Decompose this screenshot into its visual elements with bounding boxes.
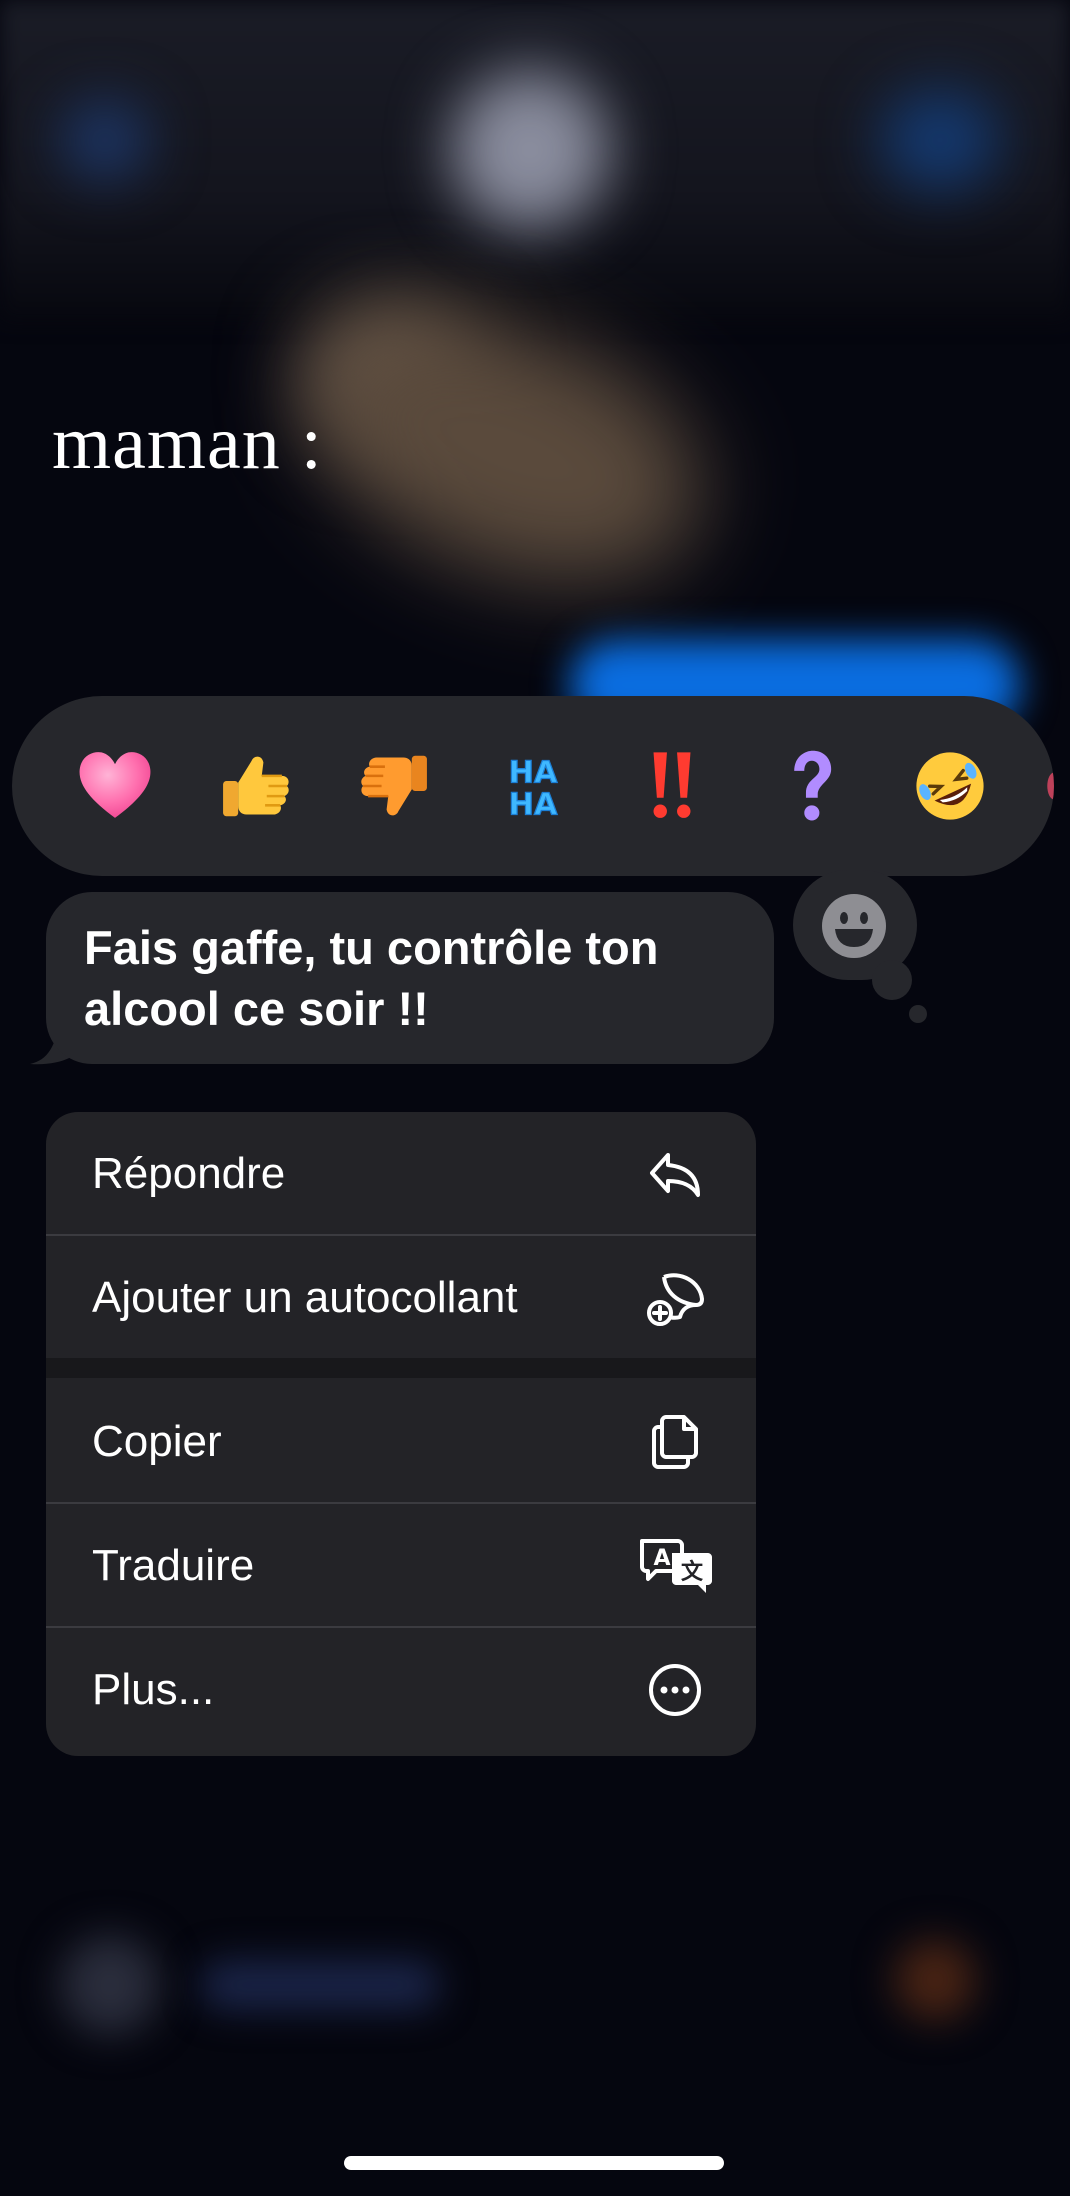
- svg-text:A: A: [653, 1546, 670, 1571]
- menu-item-label: Copier: [92, 1416, 222, 1466]
- menu-item-label: Plus...: [92, 1664, 215, 1714]
- menu-item-translate[interactable]: Traduire A 文: [46, 1504, 756, 1627]
- menu-item-label: Traduire: [92, 1540, 255, 1590]
- reaction-haha[interactable]: HA HA: [483, 736, 583, 836]
- reaction-thumbs-up[interactable]: [205, 736, 305, 836]
- reaction-question[interactable]: [761, 736, 861, 836]
- background-blur: [450, 70, 610, 230]
- smiley-icon[interactable]: [821, 893, 887, 959]
- bubble-tail-dot: [909, 1005, 927, 1023]
- context-menu: Répondre Ajouter un autocollant Copier T…: [46, 1112, 756, 1756]
- reaction-bar: HA HA: [12, 696, 1054, 876]
- menu-section-divider: [46, 1358, 756, 1378]
- translate-icon: A 文: [636, 1535, 716, 1597]
- video-caption: maman :: [52, 401, 323, 485]
- question-mark-icon: [794, 750, 832, 821]
- home-indicator[interactable]: [344, 2156, 724, 2170]
- menu-item-label: Répondre: [92, 1148, 286, 1198]
- reaction-rolling-laughing[interactable]: [900, 736, 1000, 836]
- menu-item-add-sticker[interactable]: Ajouter un autocollant: [46, 1236, 756, 1359]
- reaction-more-partial[interactable]: [1034, 736, 1054, 836]
- heart-icon: [79, 752, 151, 818]
- svg-text:HA: HA: [509, 756, 558, 791]
- background-blur: [880, 90, 1000, 190]
- reply-icon: [644, 1143, 706, 1205]
- screen: maman : HA HA Fais gaffe, tu contrôle to…: [0, 0, 1070, 2196]
- reaction-thumbs-down[interactable]: [345, 736, 445, 836]
- background-blur: [200, 1960, 440, 2010]
- haha-icon: HA HA: [508, 755, 559, 823]
- menu-item-copy[interactable]: Copier: [46, 1380, 756, 1503]
- bubble-tail: [872, 960, 912, 1000]
- menu-item-reply[interactable]: Répondre: [46, 1112, 756, 1235]
- add-sticker-icon: [644, 1267, 706, 1329]
- thumbs-up-icon: [223, 756, 289, 817]
- partial-emoji-icon: [1047, 772, 1054, 800]
- background-blur: [895, 1940, 975, 2020]
- svg-text:文: 文: [681, 1559, 704, 1585]
- message-text: Fais gaffe, tu contrôle ton alcool ce so…: [84, 921, 659, 1035]
- rolling-laughing-icon: [916, 752, 984, 820]
- more-circle-icon: [644, 1659, 706, 1721]
- menu-item-label: Ajouter un autocollant: [92, 1272, 518, 1322]
- background-blur: [60, 100, 150, 180]
- double-exclamation-icon: [653, 752, 691, 818]
- reaction-exclamation[interactable]: [622, 736, 722, 836]
- svg-text:HA: HA: [509, 788, 558, 823]
- copy-icon: [644, 1411, 706, 1473]
- menu-item-more[interactable]: Plus...: [46, 1628, 756, 1751]
- reaction-heart[interactable]: [65, 736, 165, 836]
- background-blur: [60, 1935, 160, 2035]
- thumbs-down-icon: [361, 755, 427, 816]
